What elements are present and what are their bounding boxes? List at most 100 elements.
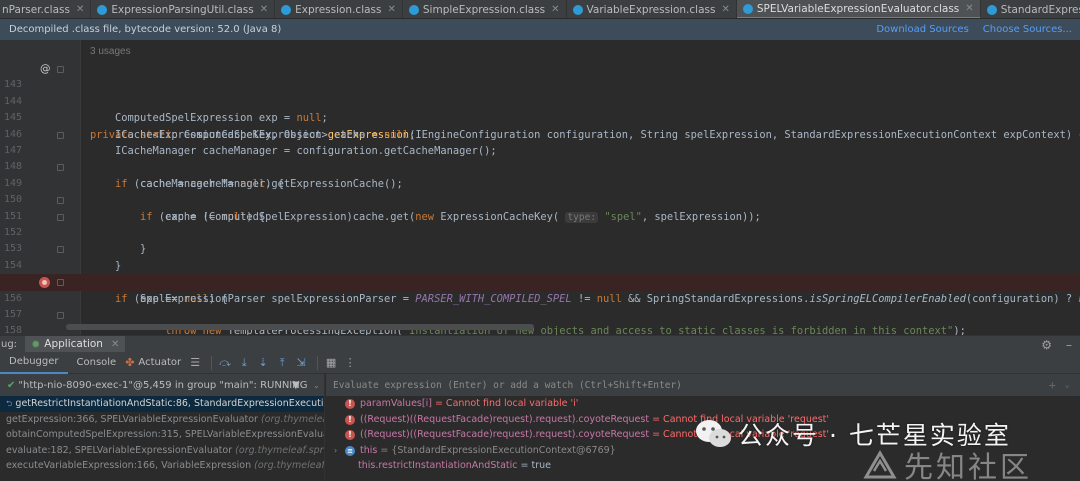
thread-label: "http-nio-8090-exec-1"@5,459 in group "m… xyxy=(18,379,308,391)
watch-value: = Cannot find local variable 'i' xyxy=(431,398,579,409)
class-file-icon xyxy=(742,3,753,14)
add-watch-icon[interactable]: + xyxy=(1049,378,1056,392)
variable-value: = true xyxy=(517,460,552,472)
code-line: 157 throw new TemplateProcessingExceptio… xyxy=(0,291,1080,335)
override-annotation-icon[interactable]: @ xyxy=(40,61,51,77)
frame-package: (org.thymeleaf.sp xyxy=(261,413,324,425)
thread-selector[interactable]: ✔ "http-nio-8090-exec-1"@5,459 in group … xyxy=(0,374,324,396)
chevron-down-icon[interactable]: ⌄ xyxy=(313,381,320,390)
banner-text: Decompiled .class file, bytecode version… xyxy=(9,24,282,35)
tab-label: nParser.class xyxy=(2,3,70,16)
close-icon[interactable]: ✕ xyxy=(111,339,119,350)
fold-icon[interactable] xyxy=(57,66,64,73)
close-icon[interactable]: ✕ xyxy=(388,4,396,15)
tab-label: StandardExpressionExecutionContext.class xyxy=(1000,3,1080,16)
menu-icon[interactable]: ☰ xyxy=(187,355,203,371)
run-config-tab-application[interactable]: ✹ Application ✕ xyxy=(25,335,126,353)
evaluate-expression-input[interactable]: Evaluate expression (Enter) or add a wat… xyxy=(326,374,1080,396)
class-file-icon xyxy=(97,4,108,15)
chevron-down-icon[interactable]: ⌄ xyxy=(1065,380,1070,390)
usages-hint[interactable]: 3 usages xyxy=(90,44,131,60)
tab-expression[interactable]: Expression.class ✕ xyxy=(275,0,403,18)
frame-method: getRestrictInstantiationAndStatic:86, St… xyxy=(15,398,324,409)
frame-method: executeVariableExpression:166, VariableE… xyxy=(6,460,252,471)
fold-icon[interactable] xyxy=(57,246,64,254)
choose-sources-link[interactable]: Choose Sources... xyxy=(983,24,1072,35)
xianzhi-watermark: 先知社区 xyxy=(862,444,1032,481)
tab-console[interactable]: Console xyxy=(68,352,126,374)
fold-icon[interactable] xyxy=(57,312,64,319)
step-out-icon[interactable]: ⤒ xyxy=(274,355,290,371)
evaluate-expression-icon[interactable]: ▦ xyxy=(323,355,339,371)
variable-value: = {StandardExpressionExecutionContext@67… xyxy=(377,444,616,456)
tab-nparser[interactable]: nParser.class ✕ xyxy=(0,0,92,18)
code-line: 151 } xyxy=(0,192,1080,255)
breakpoint-line: 156 if (expContext.getRestrictInstantiat… xyxy=(0,274,1080,304)
stack-frame[interactable]: ⮌ getRestrictInstantiationAndStatic:86, S… xyxy=(0,396,324,412)
actuator-label: Actuator xyxy=(138,357,182,368)
tab-expressionparsingutil[interactable]: ExpressionParsingUtil.class ✕ xyxy=(91,0,276,18)
code-line: 158 } xyxy=(0,307,1080,335)
fold-icon[interactable] xyxy=(57,213,64,221)
watch-name: ((Request)((RequestFacade)request).reque… xyxy=(360,413,650,425)
filter-icon[interactable]: ▼ xyxy=(292,380,300,391)
line-number: 158 xyxy=(3,325,22,335)
stack-frame[interactable]: obtainComputedSpelExpression:315, SPELVa… xyxy=(0,427,324,443)
close-icon[interactable]: ✕ xyxy=(965,3,973,14)
hide-panel-icon[interactable]: – xyxy=(1066,338,1072,352)
stack-frame[interactable]: executeVariableExpression:166, VariableE… xyxy=(0,458,324,474)
frame-package: (org.thymeleaf.spring5 xyxy=(235,444,324,456)
stack-frame[interactable]: evaluate:182, SPELVariableExpressionEval… xyxy=(0,443,324,459)
variable-name: this.restrictInstantiationAndStatic xyxy=(358,460,518,472)
watch-row[interactable]: ! paramValues[i] = Cannot find local var… xyxy=(326,396,1080,412)
class-file-icon xyxy=(281,4,292,15)
tab-label: ExpressionParsingUtil.class xyxy=(111,3,254,16)
fold-icon[interactable] xyxy=(57,131,64,139)
settings-gear-icon[interactable]: ⚙ xyxy=(1041,338,1052,352)
step-over-icon[interactable]: ⤼ xyxy=(217,355,233,371)
code-line: 144 ComputedSpelExpression exp = null; xyxy=(0,77,1080,124)
force-step-into-icon[interactable]: ⇣ xyxy=(255,355,271,371)
close-icon[interactable]: ✕ xyxy=(551,4,559,15)
fold-icon[interactable] xyxy=(57,164,64,172)
evaluate-placeholder: Evaluate expression (Enter) or add a wat… xyxy=(333,379,682,391)
code-line: 148 cache = cacheManager.getExpressionCa… xyxy=(0,143,1080,189)
fold-icon[interactable] xyxy=(57,279,64,287)
xianzhi-watermark-text: 先知社区 xyxy=(904,450,1033,481)
frames-panel: ✔ "http-nio-8090-exec-1"@5,459 in group … xyxy=(0,374,325,481)
watch-name: paramValues[i] xyxy=(360,398,432,409)
decompiled-banner: Decompiled .class file, bytecode version… xyxy=(0,19,1080,40)
debug-bug-icon: ✹ xyxy=(31,337,41,351)
wechat-logo-icon xyxy=(696,420,731,447)
stack-frame[interactable]: getExpression:366, SPELVariableExpressio… xyxy=(0,412,324,428)
tab-label: VariableExpression.class xyxy=(586,3,716,16)
tab-label: Expression.class xyxy=(295,3,382,16)
toolbar-divider xyxy=(211,355,213,370)
tab-simpleexpression[interactable]: SimpleExpression.class ✕ xyxy=(403,0,567,18)
tab-standardexpressionexecutioncontext[interactable]: StandardExpressionExecutionContext.class… xyxy=(981,0,1080,18)
step-into-icon[interactable]: ⤓ xyxy=(236,355,252,371)
tab-actuator[interactable]: ✤ Actuator xyxy=(125,356,181,369)
error-icon: ! xyxy=(345,430,355,441)
close-icon[interactable]: ✕ xyxy=(76,4,84,15)
run-to-cursor-icon[interactable]: ⇲ xyxy=(293,355,309,371)
horizontal-scrollbar[interactable] xyxy=(66,324,534,330)
tab-spelvariableexpressionevaluator[interactable]: SPELVariableExpressionEvaluator.class ✕ xyxy=(736,0,981,18)
fold-icon[interactable] xyxy=(57,197,64,205)
close-icon[interactable]: ✕ xyxy=(721,4,729,15)
code-line: 143 @ private static ComputedSpelExpress… xyxy=(0,61,1080,141)
error-icon: ! xyxy=(345,414,355,425)
code-line: 153 xyxy=(0,225,1080,254)
tab-variableexpression[interactable]: VariableExpression.class ✕ xyxy=(567,0,737,18)
more-icon[interactable]: ⋮ xyxy=(342,355,358,371)
class-file-icon xyxy=(408,4,419,15)
breakpoint-icon[interactable] xyxy=(39,277,50,289)
close-icon[interactable]: ✕ xyxy=(260,4,268,15)
code-editor[interactable]: 3 usages 143 @ private static ComputedSp… xyxy=(0,40,1080,335)
expand-arrow-icon[interactable]: › xyxy=(334,443,337,459)
code-line: 155 SpelExpressionParser spelExpressionP… xyxy=(0,258,1080,304)
code-line: 145 ICache<ExpressionCacheKey, Object> c… xyxy=(0,94,1080,140)
frame-package: (org.thymeleaf.sta xyxy=(254,460,324,471)
tab-debugger[interactable]: Debugger xyxy=(0,352,68,374)
download-sources-link[interactable]: Download Sources xyxy=(876,24,968,35)
